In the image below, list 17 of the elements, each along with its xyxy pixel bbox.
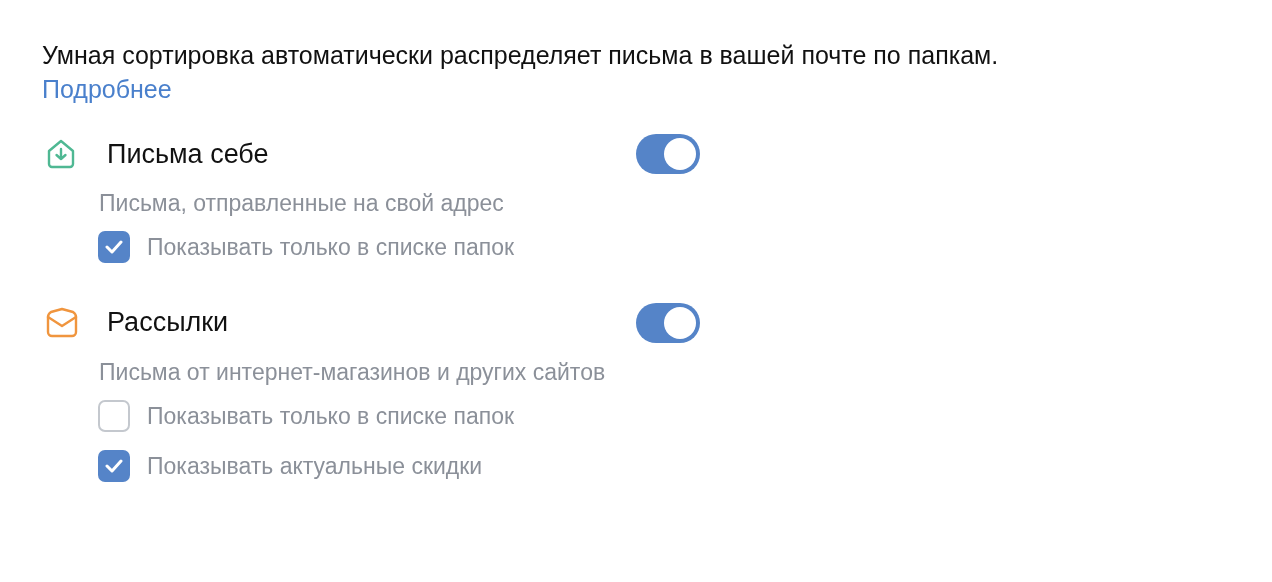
category-title: Рассылки	[107, 306, 230, 340]
toggle-switch[interactable]	[636, 302, 700, 343]
category-title: Письма себе	[107, 137, 270, 171]
category-description: Письма от интернет-магазинов и других сайтов	[99, 357, 607, 387]
intro-text: Умная сортировка автоматически распределяет письма в вашей почте по папкам.	[42, 40, 1000, 71]
category-description: Письма, отправленные на свой адрес	[99, 189, 505, 218]
envelope-icon	[44, 306, 80, 339]
checkbox[interactable]	[98, 450, 130, 483]
checkmark-icon	[105, 459, 123, 474]
option-label: Показывать только в списке папок	[147, 401, 515, 431]
checkmark-icon	[105, 240, 123, 255]
option-label: Показывать актуальные скидки	[147, 452, 483, 481]
option-label: Показывать только в списке папок	[147, 233, 515, 262]
checkbox[interactable]	[98, 399, 130, 432]
more-link[interactable]: Подробнее	[42, 72, 172, 106]
toggle-switch[interactable]	[636, 134, 700, 174]
checkbox[interactable]	[98, 231, 130, 264]
